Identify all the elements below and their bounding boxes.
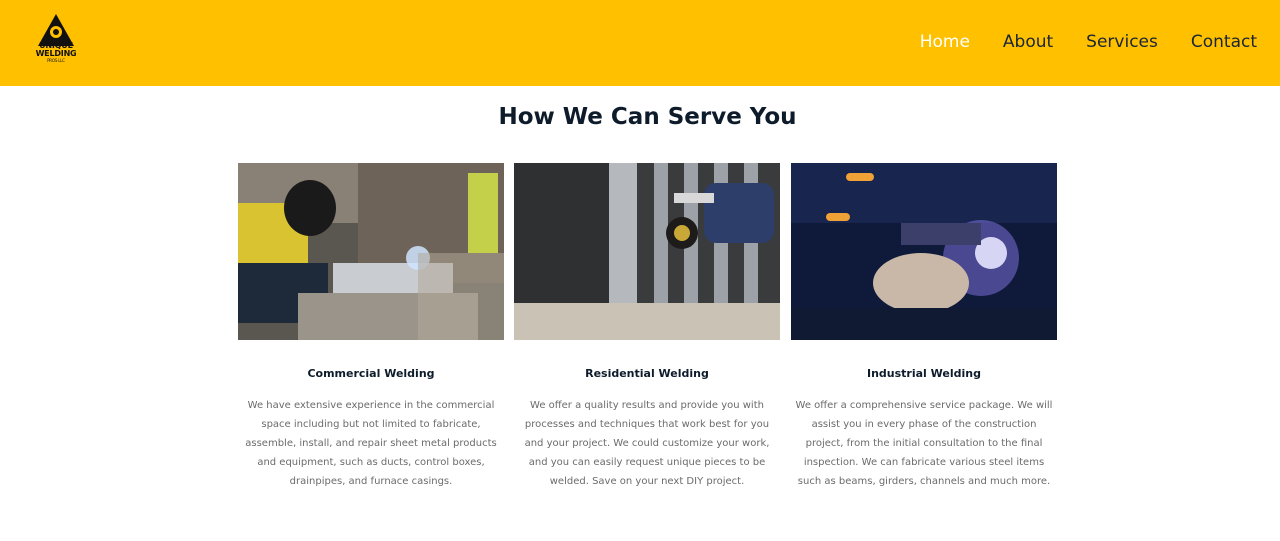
logo-line-2: WELDING	[35, 49, 77, 58]
service-card-commercial: Commercial Welding We have extensive exp…	[238, 163, 504, 491]
nav-contact-link[interactable]: Contact	[1191, 31, 1257, 53]
card-title: Residential Welding	[585, 367, 709, 380]
nav-about-link[interactable]: About	[1003, 31, 1053, 53]
nav-home-link[interactable]: Home	[920, 31, 970, 53]
card-description: We offer a comprehensive service package…	[795, 400, 1053, 487]
company-logo[interactable]: UNIQUE WELDING PROS LLC	[30, 12, 82, 68]
nav-services-link[interactable]: Services	[1086, 31, 1158, 53]
main-nav: Home About Services Contact	[887, 31, 1257, 53]
logo-text: UNIQUE WELDING PROS LLC	[30, 42, 82, 64]
site-header: UNIQUE WELDING PROS LLC Home About Servi…	[0, 0, 1280, 86]
card-title: Commercial Welding	[307, 367, 435, 380]
card-description: We have extensive experience in the comm…	[245, 400, 497, 487]
section-title: How We Can Serve You	[498, 104, 797, 130]
service-card-industrial: Industrial Welding We offer a comprehens…	[791, 163, 1057, 491]
logo-line-3: PROS LLC	[47, 58, 65, 63]
commercial-welding-image	[238, 163, 504, 340]
residential-welding-image	[514, 163, 780, 340]
card-description: We offer a quality results and provide y…	[524, 400, 770, 487]
card-title: Industrial Welding	[867, 367, 981, 380]
industrial-welding-image	[791, 163, 1057, 340]
service-card-residential: Residential Welding We offer a quality r…	[514, 163, 780, 491]
